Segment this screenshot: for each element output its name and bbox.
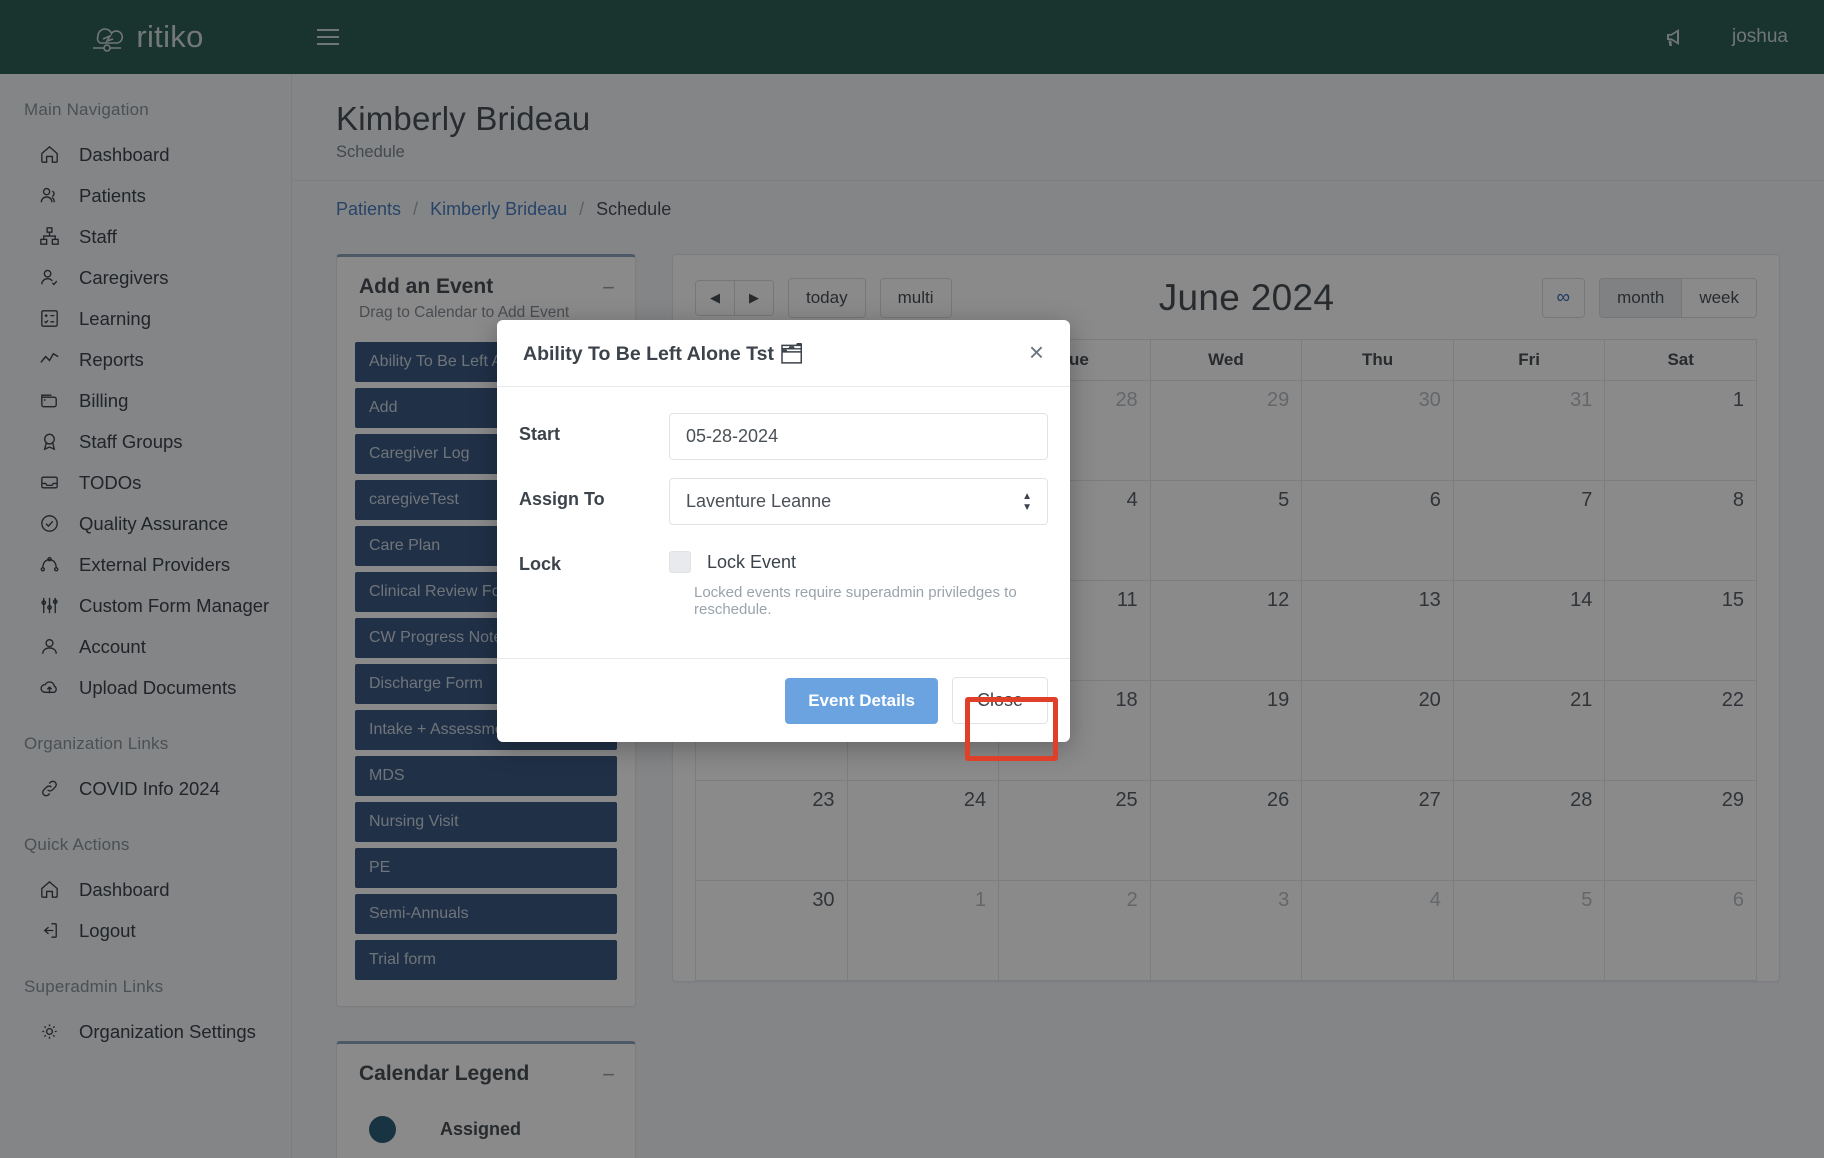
lock-field-row: Lock Lock Event Locked events require su… bbox=[519, 543, 1048, 618]
assign-field-wrap: ▲▼ bbox=[669, 478, 1048, 525]
lock-help-text: Locked events require superadmin privile… bbox=[669, 584, 1048, 618]
close-button[interactable]: Close bbox=[952, 677, 1048, 724]
app-root: ritiko joshua Main Navigation Dashboard … bbox=[0, 0, 1824, 1158]
start-field-wrap bbox=[669, 413, 1048, 460]
assign-field-row: Assign To ▲▼ bbox=[519, 478, 1048, 525]
event-details-button[interactable]: Event Details bbox=[785, 678, 938, 724]
modal-header: Ability To Be Left Alone Tst 🗂 × bbox=[497, 320, 1070, 387]
modal-body: Start Assign To ▲▼ Lock bbox=[497, 387, 1070, 658]
lock-field-wrap: Lock Event Locked events require superad… bbox=[669, 543, 1048, 618]
event-modal: Ability To Be Left Alone Tst 🗂 × Start A… bbox=[497, 320, 1070, 742]
lock-field-label: Lock bbox=[519, 543, 669, 575]
close-icon[interactable]: × bbox=[1029, 342, 1044, 363]
lock-event-checkbox[interactable] bbox=[669, 551, 691, 573]
modal-footer: Event Details Close bbox=[497, 658, 1070, 742]
modal-title: Ability To Be Left Alone Tst 🗂 bbox=[523, 342, 804, 366]
assign-field-label: Assign To bbox=[519, 478, 669, 510]
start-date-input[interactable] bbox=[669, 413, 1048, 460]
start-field-row: Start bbox=[519, 413, 1048, 460]
lock-checkbox-row: Lock Event bbox=[669, 543, 1048, 573]
start-field-label: Start bbox=[519, 413, 669, 445]
lock-event-label: Lock Event bbox=[707, 552, 796, 573]
assign-to-select[interactable] bbox=[669, 478, 1048, 525]
